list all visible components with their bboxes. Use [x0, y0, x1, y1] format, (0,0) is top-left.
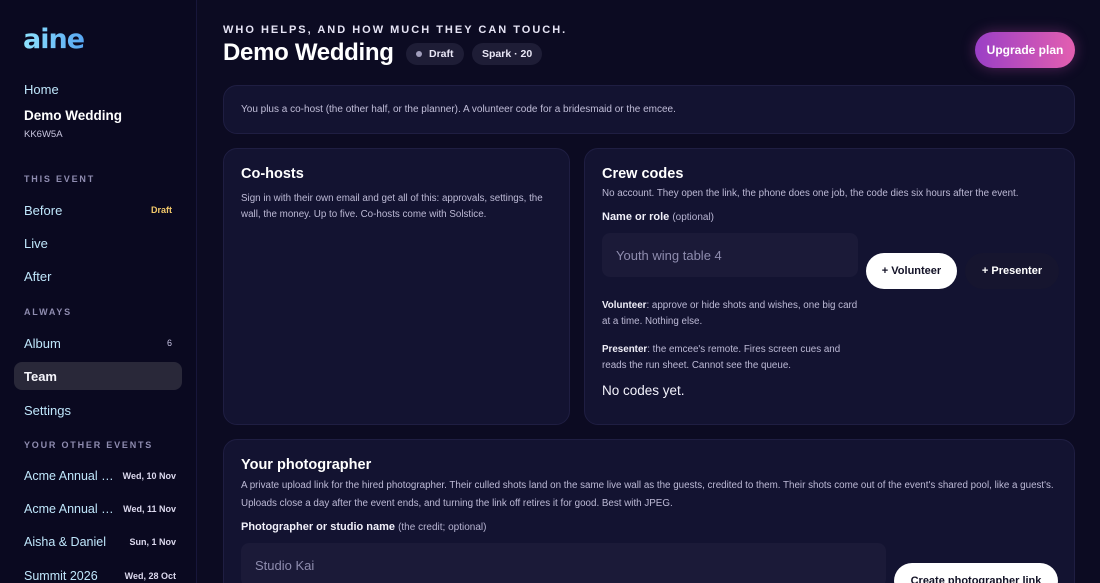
section-label-other-events: YOUR OTHER EVENTS — [24, 440, 154, 450]
photographer-card: Your photographer A private upload link … — [223, 439, 1075, 583]
other-event-item[interactable]: Acme Annual Gala Wed, 10 Nov — [14, 464, 186, 488]
photographer-name-input[interactable] — [241, 543, 886, 583]
other-event-date: Sun, 1 Nov — [129, 537, 176, 547]
other-event-name: Acme Annual Summit — [24, 502, 116, 516]
other-event-date: Wed, 28 Oct — [124, 571, 176, 581]
presenter-info: Presenter: the emcee's remote. Fires scr… — [602, 342, 862, 374]
presenter-term: Presenter — [602, 344, 648, 355]
crew-name-input[interactable] — [602, 233, 858, 277]
add-volunteer-button[interactable]: + Volunteer — [866, 253, 957, 289]
section-label-this-event: THIS EVENT — [24, 174, 96, 184]
cohosts-description: Sign in with their own email and get all… — [241, 193, 543, 220]
sidebar-item-after[interactable]: After — [14, 262, 182, 290]
optional-hint: (optional) — [672, 212, 715, 223]
sidebar-item-before[interactable]: Before Draft — [14, 196, 182, 224]
sidebar-item-home[interactable]: Home — [14, 75, 182, 103]
current-event-name: Demo Wedding — [24, 108, 123, 123]
sidebar-item-album[interactable]: Album 6 — [14, 329, 182, 357]
add-presenter-button[interactable]: + Presenter — [965, 253, 1059, 289]
photographer-title: Your photographer — [241, 457, 372, 473]
photographer-description: A private upload link for the hired phot… — [241, 480, 1054, 509]
status-dot-icon — [416, 51, 422, 57]
crew-codes-description: No account. They open the link, the phon… — [602, 188, 1019, 199]
crew-name-label-text: Name or role — [602, 211, 670, 223]
sidebar-item-label: Settings — [24, 402, 71, 418]
sidebar-item-label: After — [24, 268, 52, 284]
cohosts-card: Co-hosts Sign in with their own email an… — [223, 148, 570, 425]
other-event-date: Wed, 10 Nov — [122, 471, 176, 481]
sidebar-item-label: Live — [24, 235, 48, 251]
draft-badge: Draft — [150, 205, 172, 215]
sidebar-item-label: Album — [24, 335, 61, 351]
status-badge-label: Draft — [429, 48, 454, 60]
plan-badge: Spark · 20 — [472, 43, 543, 65]
other-event-item[interactable]: Summit 2026 Wed, 28 Oct — [14, 564, 186, 583]
other-event-date: Wed, 11 Nov — [123, 504, 176, 514]
status-badge: Draft — [406, 43, 464, 65]
photographer-name-label-text: Photographer or studio name — [241, 521, 396, 533]
optional-hint: (the credit; optional) — [398, 522, 487, 533]
volunteer-info: Volunteer: approve or hide shots and wis… — [602, 298, 862, 330]
other-event-item[interactable]: Acme Annual Summit Wed, 11 Nov — [14, 497, 186, 521]
cohosts-title: Co-hosts — [241, 166, 304, 182]
sidebar-item-label: Team — [24, 368, 57, 384]
album-count: 6 — [166, 338, 172, 348]
section-label-always: ALWAYS — [24, 307, 72, 317]
intro-text: You plus a co-host (the other half, or t… — [241, 104, 676, 115]
crew-codes-card: Crew codes No account. They open the lin… — [584, 148, 1075, 425]
app-logo[interactable]: aine — [23, 24, 85, 55]
other-event-name: Acme Annual Gala — [24, 469, 116, 483]
volunteer-term: Volunteer — [602, 300, 647, 311]
sidebar-item-live[interactable]: Live — [14, 229, 182, 257]
sidebar-item-label: Before — [24, 202, 63, 218]
sidebar-item-settings[interactable]: Settings — [14, 396, 182, 424]
crew-name-label: Name or role (optional) — [602, 211, 714, 223]
empty-state: No codes yet. — [602, 383, 685, 398]
other-event-name: Aisha & Daniel — [24, 535, 106, 549]
sidebar: aine Home Demo Wedding KK6W5A THIS EVENT… — [0, 0, 197, 583]
create-photographer-link-button[interactable]: Create photographer link — [894, 563, 1058, 583]
current-event-code: KK6W5A — [24, 129, 63, 140]
sidebar-item-team[interactable]: Team — [14, 362, 182, 390]
crew-codes-title: Crew codes — [602, 166, 684, 182]
intro-card: You plus a co-host (the other half, or t… — [223, 85, 1075, 134]
other-event-item[interactable]: Aisha & Daniel Sun, 1 Nov — [14, 530, 186, 554]
page-title: Demo Wedding — [223, 39, 394, 66]
sidebar-item-label: Home — [24, 81, 59, 97]
page-kicker: WHO HELPS, AND HOW MUCH THEY CAN TOUCH. — [223, 24, 568, 36]
other-event-name: Summit 2026 — [24, 569, 98, 583]
photographer-name-label: Photographer or studio name (the credit;… — [241, 521, 486, 533]
upgrade-plan-button[interactable]: Upgrade plan — [975, 32, 1075, 68]
